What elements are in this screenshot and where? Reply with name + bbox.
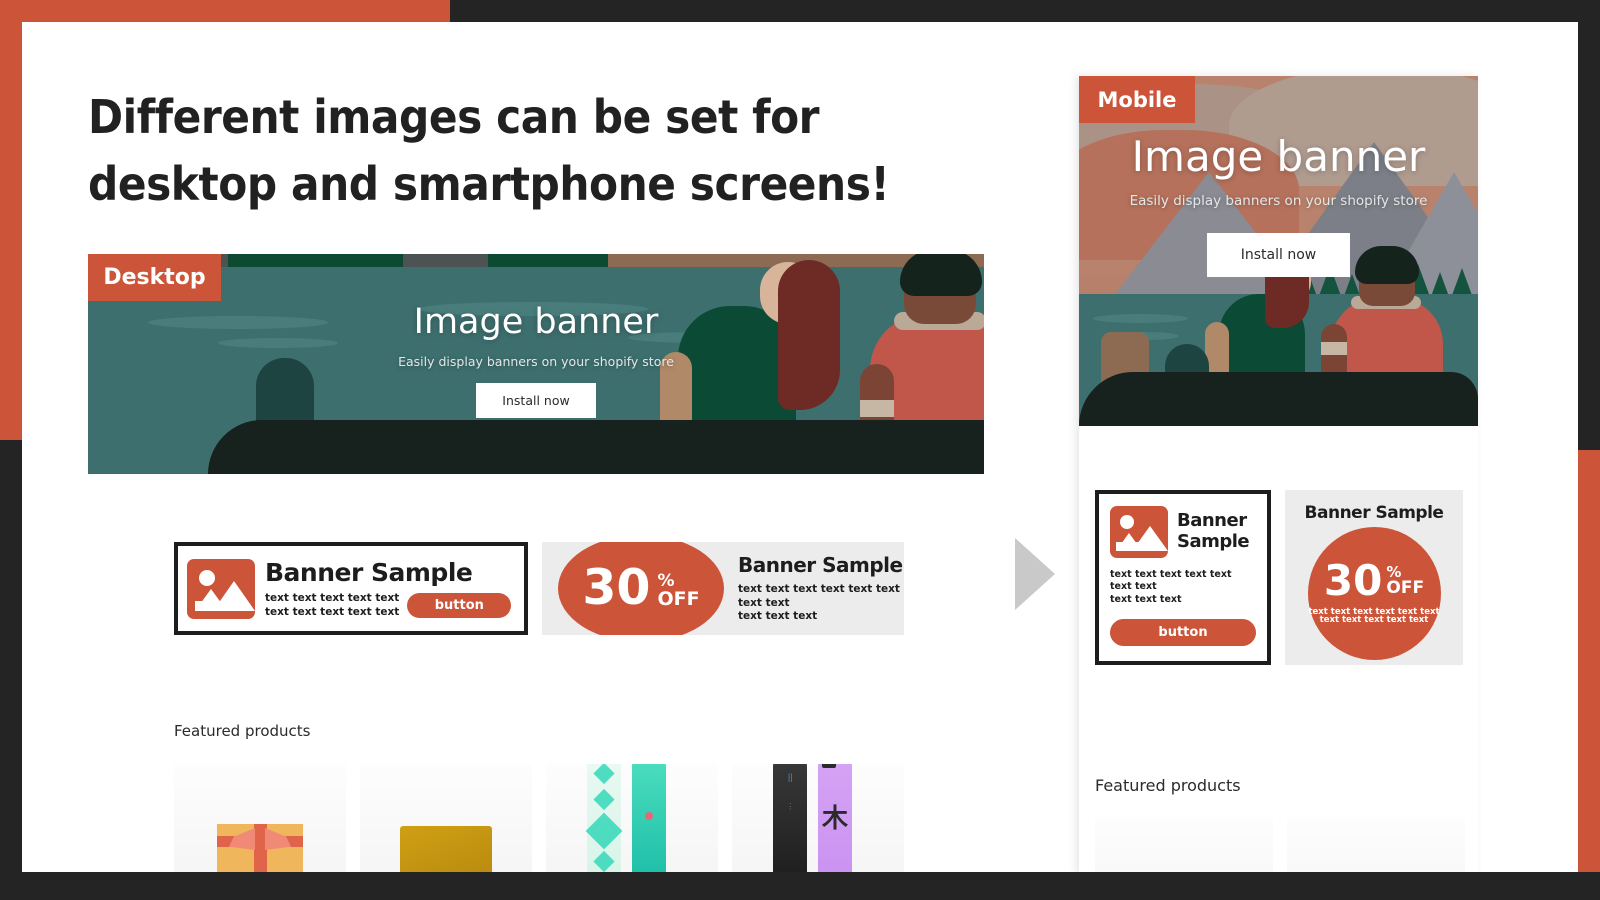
discount-text-line2: text text text text text [1319, 615, 1429, 626]
hero-install-button[interactable]: Install now [476, 383, 596, 418]
product-card-soap-bar[interactable] [360, 764, 532, 872]
snowboard-teal-image [632, 764, 666, 872]
mobile-badge: Mobile [1079, 76, 1195, 123]
screenshot-stage: Different images can be set for desktop … [0, 0, 1600, 900]
banner-sample-card-1[interactable]: Banner Sample text text text text text t… [174, 542, 528, 635]
mobile-banner-title: Banner Sample [1304, 503, 1444, 523]
frame-band-right-accent [1578, 450, 1600, 900]
desktop-banner-samples: Banner Sample text text text text text t… [174, 542, 904, 635]
gift-box-image [217, 824, 303, 872]
hero-subtitle: Easily display banners on your shopify s… [398, 354, 674, 369]
discount-number: 30 [1323, 556, 1383, 606]
frame-band-left-accent [0, 0, 22, 440]
banner-sample-2-content: Banner Sample text text text text text t… [738, 553, 904, 624]
snowboard-light-teal-image [585, 764, 623, 872]
banner-sample-title: Banner Sample [738, 553, 903, 578]
discount-off-label: OFF [657, 587, 700, 610]
snowboard-purple-image: ⽊ [818, 764, 852, 872]
desktop-badge: Desktop [88, 254, 221, 301]
frame-band-left-dark [0, 440, 22, 900]
hero-title: Image banner [1131, 132, 1426, 181]
boat-hull [1079, 372, 1478, 426]
desktop-product-grid: || ⋮ ⽊ [174, 764, 904, 872]
banner-sample-text-line2: text text text text text [265, 605, 400, 618]
frame-band-bottom-dark [0, 872, 1600, 900]
hero-topbar-green-right [488, 254, 608, 267]
desktop-preview: Image banner Easily display banners on y… [88, 254, 984, 872]
mobile-banner-button[interactable]: button [1110, 619, 1256, 647]
mobile-product-grid [1095, 818, 1465, 872]
frame-band-top-accent [0, 0, 450, 22]
product-card-gift-box[interactable] [174, 764, 346, 872]
discount-badge: 30 % OFF text text text text text text t… [1307, 527, 1441, 660]
soap-bar-image [400, 826, 492, 872]
mobile-banner-title-line2: Sample [1177, 531, 1250, 552]
discount-value-row: 30 % OFF [1323, 556, 1425, 606]
mobile-preview: Image banner Easily display banners on y… [1079, 76, 1478, 872]
slide-sheet: Different images can be set for desktop … [22, 22, 1578, 872]
person-red-hair [900, 254, 982, 296]
image-placeholder-icon [1110, 506, 1168, 558]
banner-sample-button[interactable]: button [407, 593, 512, 618]
hero-subtitle: Easily display banners on your shopify s… [1129, 193, 1428, 209]
banner-sample-card-2[interactable]: 30 % OFF Banner Sample text text text te… [542, 542, 904, 635]
mobile-banner-sample-card-1[interactable]: Banner Sample text text text text text t… [1095, 490, 1271, 665]
mobile-hero-banner: Image banner Easily display banners on y… [1079, 76, 1478, 426]
mobile-banner-sample-card-2[interactable]: Banner Sample 30 % OFF text text text te… [1285, 490, 1463, 665]
page-title: Different images can be set for desktop … [88, 90, 890, 211]
image-placeholder-icon [187, 558, 255, 619]
desktop-hero-text: Image banner Easily display banners on y… [88, 302, 984, 418]
banner-sample-text-line1: text text text text text text text text [738, 583, 900, 609]
banner-sample-text-line1: text text text text text [265, 591, 400, 604]
discount-badge: 30 % OFF [558, 542, 724, 635]
discount-percent: % [657, 570, 675, 591]
mobile-featured-products-label: Featured products [1095, 776, 1241, 795]
hero-install-button[interactable]: Install now [1206, 233, 1351, 277]
person-red-body [1331, 298, 1443, 383]
desktop-featured-products-label: Featured products [174, 722, 311, 740]
water-wave [1093, 314, 1188, 323]
frame-band-top-dark [450, 0, 1600, 22]
banner-sample-text-line2: text text text [738, 610, 818, 623]
arrow-right-icon [1015, 538, 1055, 610]
mobile-banner-samples: Banner Sample text text text text text t… [1095, 490, 1465, 665]
discount-off-label: OFF [1386, 577, 1425, 598]
product-card-teal-snowboards[interactable] [546, 764, 718, 872]
banner-sample-title: Banner Sample [265, 557, 473, 587]
product-card-gift-box[interactable] [1095, 818, 1273, 872]
snowboard-black-image: || ⋮ [773, 764, 808, 872]
hero-title: Image banner [413, 302, 659, 342]
product-card-soap-bar[interactable] [1287, 818, 1465, 872]
discount-number: 30 [582, 559, 651, 617]
mobile-banner-title-line1: Banner [1177, 510, 1247, 532]
boat-hull [208, 420, 984, 474]
banner-sample-1-content: Banner Sample text text text text text t… [265, 558, 515, 619]
mobile-banner-text-line2: text text text [1110, 593, 1182, 605]
frame-band-right-dark [1578, 0, 1600, 450]
desktop-hero-banner: Image banner Easily display banners on y… [88, 254, 984, 474]
mobile-banner-1-header: Banner Sample [1110, 506, 1256, 558]
mobile-hero-text: Image banner Easily display banners on y… [1079, 132, 1478, 277]
hero-topbar-green-left [228, 254, 403, 267]
mobile-banner-text-line1: text text text text text text text [1110, 569, 1232, 593]
person-red-sleeve-band [1321, 342, 1347, 355]
product-card-dark-snowboards[interactable]: || ⋮ ⽊ [732, 764, 904, 872]
